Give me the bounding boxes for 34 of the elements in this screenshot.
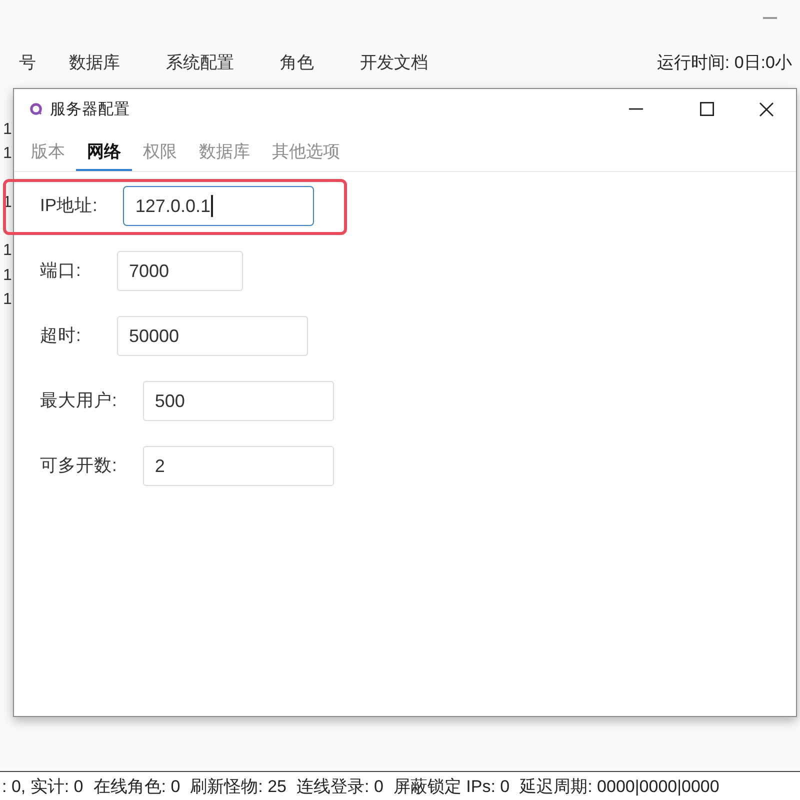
input-field[interactable]: 500 <box>142 381 334 421</box>
log-line: 1 <box>3 266 12 286</box>
field-label: 最大用户: <box>40 388 118 412</box>
status-text: : 0, 实计: 0 <box>2 776 84 798</box>
square-icon <box>700 102 714 116</box>
field-label: 端口: <box>40 258 82 282</box>
input-field[interactable]: 2 <box>142 446 334 486</box>
field-label: IP地址: <box>40 194 98 216</box>
log-line: 1 <box>3 120 12 140</box>
tab[interactable]: 网络 <box>76 129 132 171</box>
runtime-text: 运行时间: 0日:0小 <box>656 52 792 74</box>
menu-item[interactable]: 角色 <box>280 50 314 74</box>
menu-item[interactable]: 系统配置 <box>166 50 234 74</box>
ring-icon <box>30 103 42 115</box>
log-line: 1 <box>3 290 12 310</box>
menu-item[interactable]: 数据库 <box>69 50 120 74</box>
close-icon <box>758 102 774 116</box>
status-text: 刷新怪物: 25 <box>190 776 287 798</box>
field-label: 可多开数: <box>40 454 118 476</box>
input-field[interactable]: 50000 <box>117 316 308 356</box>
status-text: 延迟周期: 0000|0000|0000 <box>520 776 720 798</box>
status-text: 屏蔽锁定 IPs: 0 <box>393 776 510 798</box>
log-line: 1 <box>3 241 12 262</box>
log-line: 1 <box>3 144 12 164</box>
menu-item[interactable]: 开发文档 <box>360 50 428 74</box>
text-cursor-icon <box>211 195 213 217</box>
status-text: 在线角色: 0 <box>93 776 180 798</box>
menu-item[interactable]: 号 <box>19 50 36 74</box>
field-label: 超时: <box>40 324 82 346</box>
minimize-icon <box>629 108 643 110</box>
input-field[interactable]: 127.0.0.1 <box>123 186 314 226</box>
input-field[interactable]: 7000 <box>117 251 243 291</box>
status-text: 连线登录: 0 <box>296 776 384 798</box>
dialog-title: 服务器配置 <box>50 100 130 120</box>
